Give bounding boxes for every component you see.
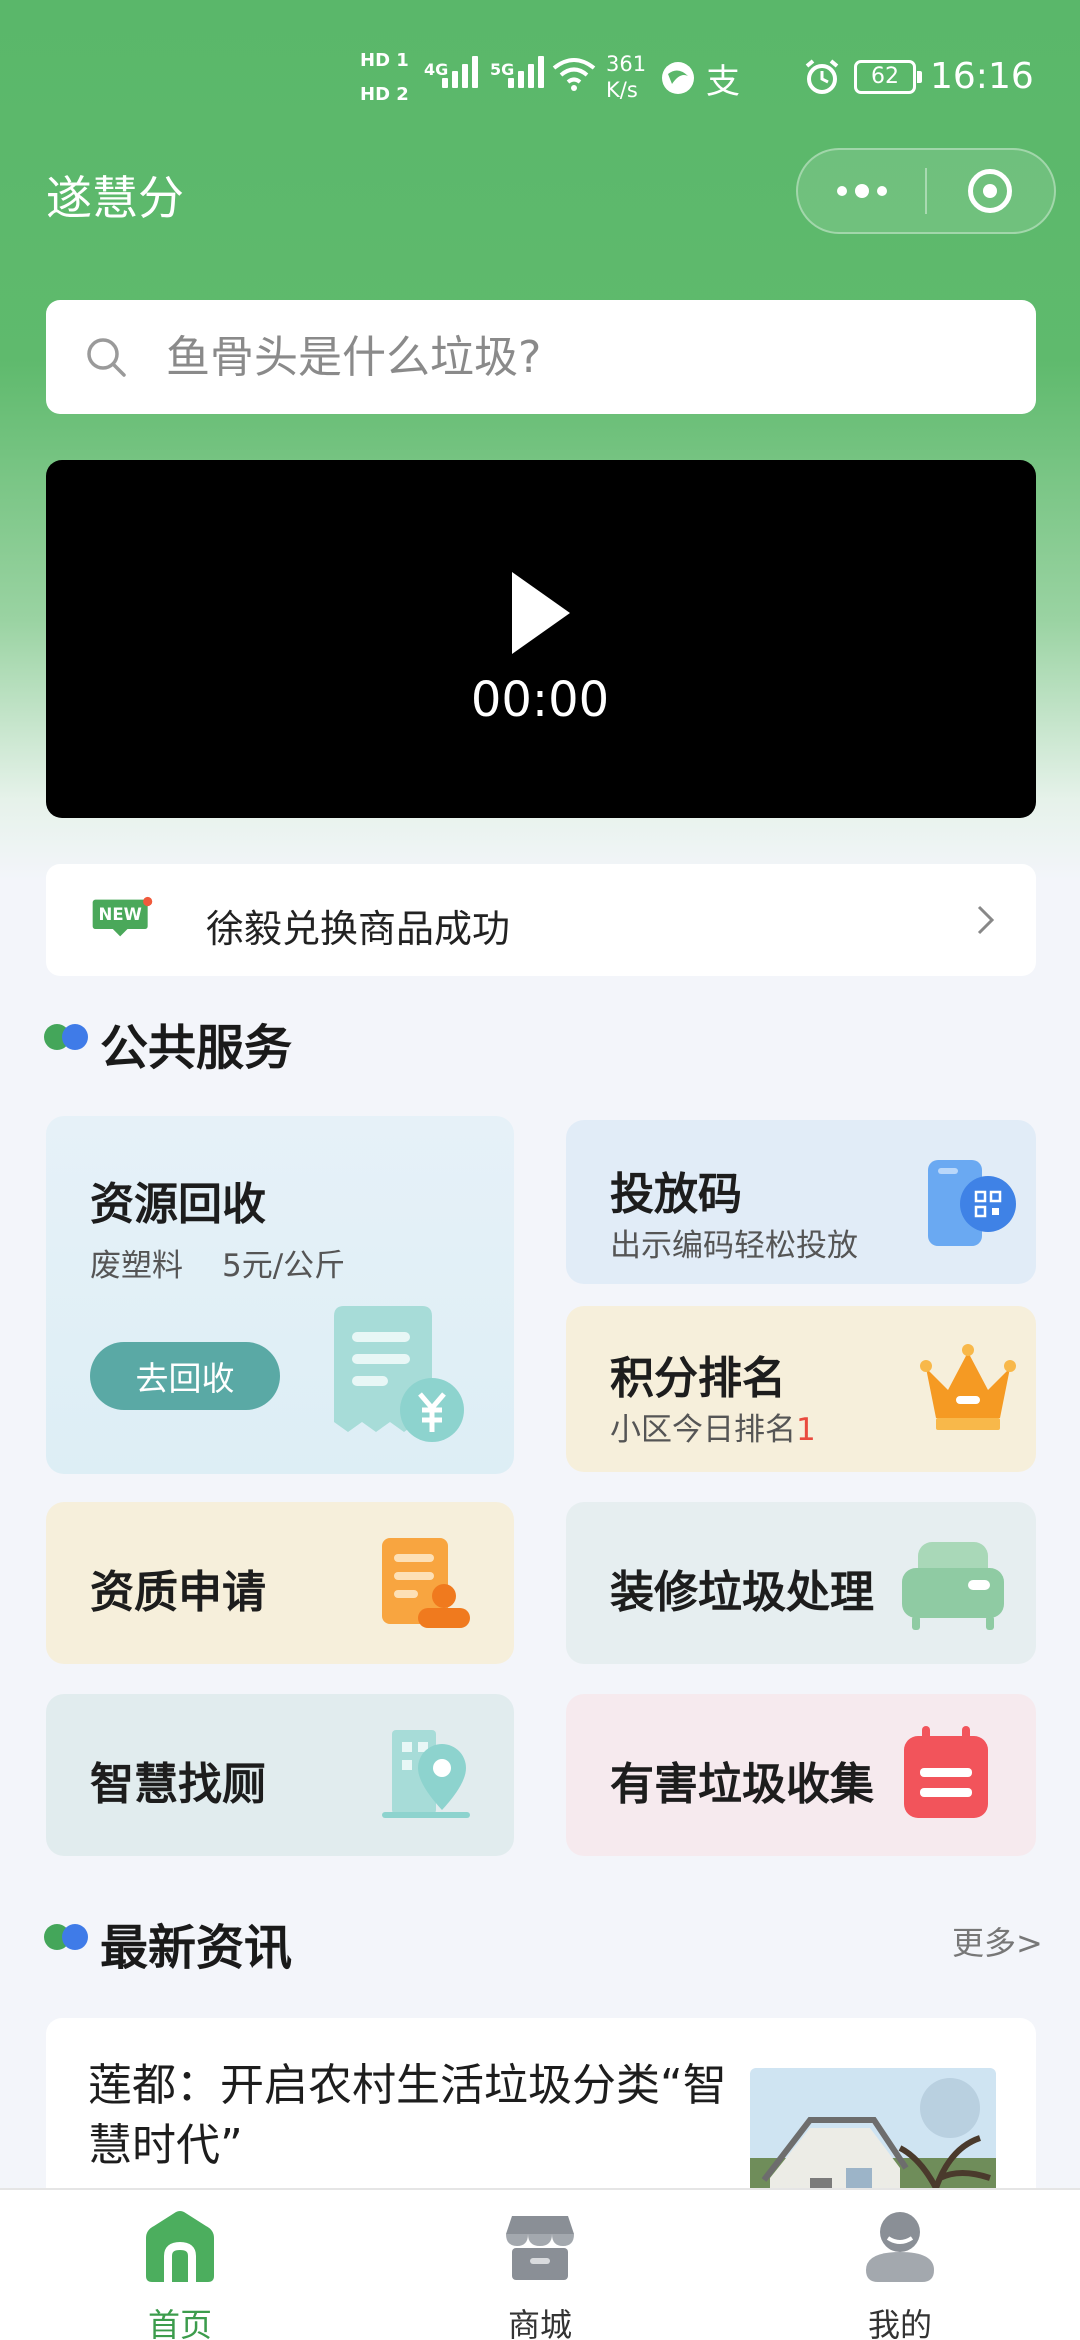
- notice-bar[interactable]: NEW 徐毅兑换商品成功: [46, 864, 1036, 976]
- ranking-title: 积分排名: [610, 1353, 786, 1404]
- section-dots-icon: [44, 1024, 88, 1050]
- sofa-icon: [902, 1542, 1004, 1630]
- location-building-icon: [382, 1730, 470, 1818]
- close-miniprogram-button[interactable]: [927, 150, 1054, 232]
- hd1-indicator: HD 1: [360, 50, 409, 71]
- drop-code-sub: 出示编码轻松投放: [610, 1228, 858, 1264]
- signal-1-icon: [442, 54, 478, 88]
- status-time: 16:16: [930, 56, 1034, 97]
- qualification-title: 资质申请: [90, 1567, 266, 1618]
- shop-icon: [506, 2216, 574, 2280]
- net-speed-value: 361: [606, 52, 647, 76]
- public-services-title: 公共服务: [100, 1020, 293, 1076]
- miniprogram-capsule: [796, 148, 1056, 234]
- receipt-icon: [334, 1306, 464, 1442]
- recycle-title: 资源回收: [90, 1179, 266, 1230]
- document-person-icon: [382, 1538, 470, 1628]
- hazardous-title: 有害垃圾收集: [610, 1759, 874, 1810]
- alipay-icon: 支: [706, 62, 740, 102]
- crown-icon: [920, 1344, 1016, 1430]
- tab-profile-label: 我的: [867, 2306, 932, 2340]
- search-bar[interactable]: [46, 300, 1036, 414]
- tab-shop-label: 商城: [507, 2306, 572, 2340]
- notice-text: 徐毅兑换商品成功: [206, 907, 511, 951]
- target-icon: [968, 169, 1013, 213]
- tab-bar: 首页 商城 我的: [0, 2188, 1080, 2340]
- news-section-title: 最新资讯: [100, 1920, 293, 1976]
- status-bar: HD 1 HD 2 4G 5G 361 K/s 支 62 16:16: [0, 0, 1080, 150]
- alarm-icon: [805, 59, 839, 94]
- play-icon[interactable]: [508, 568, 574, 658]
- ranking-sub-prefix: 小区今日排名: [610, 1412, 796, 1448]
- toilet-title: 智慧找厕: [90, 1759, 266, 1810]
- section-dots-icon: [44, 1924, 88, 1950]
- tab-shop[interactable]: 商城: [360, 2190, 720, 2340]
- video-timestamp: 00:00: [470, 672, 610, 728]
- home-icon: [146, 2211, 214, 2282]
- recycle-card[interactable]: 资源回收 废塑料 5元/公斤 去回收: [46, 1116, 514, 1474]
- search-icon: [46, 335, 166, 379]
- tab-home-label: 首页: [147, 2306, 212, 2340]
- toilet-card[interactable]: 智慧找厕: [46, 1694, 514, 1856]
- browser-icon: [662, 62, 694, 94]
- news-more-link[interactable]: 更多>: [952, 1918, 1043, 1964]
- new-badge-icon: NEW: [92, 896, 153, 937]
- drop-code-title: 投放码: [610, 1169, 742, 1220]
- recycle-price: 5元/公斤: [222, 1248, 346, 1284]
- signal-2-icon: [508, 54, 544, 88]
- new-badge-text: NEW: [99, 905, 142, 924]
- app-title: 遂慧分: [46, 171, 184, 225]
- net-speed-unit: K/s: [606, 78, 638, 102]
- battery-indicator: 62: [854, 60, 922, 94]
- chevron-right-icon: [977, 905, 995, 935]
- ranking-number: 1: [796, 1412, 816, 1448]
- profile-icon: [866, 2212, 934, 2282]
- more-menu-button[interactable]: [798, 150, 925, 232]
- calendar-icon: [904, 1726, 988, 1818]
- wifi-icon: [552, 58, 596, 91]
- renovation-card[interactable]: 装修垃圾处理: [566, 1502, 1036, 1664]
- recycle-item: 废塑料: [90, 1248, 183, 1284]
- qr-code-icon: [928, 1160, 1016, 1246]
- ranking-sub: 小区今日排名1: [610, 1404, 816, 1449]
- drop-code-card[interactable]: 投放码 出示编码轻松投放: [566, 1120, 1036, 1284]
- tab-profile[interactable]: 我的: [720, 2190, 1080, 2340]
- hd2-indicator: HD 2: [360, 84, 409, 105]
- search-input[interactable]: [166, 331, 986, 383]
- ranking-card[interactable]: 积分排名 小区今日排名1: [566, 1306, 1036, 1472]
- qualification-card[interactable]: 资质申请: [46, 1502, 514, 1664]
- hazardous-card[interactable]: 有害垃圾收集: [566, 1694, 1036, 1856]
- renovation-title: 装修垃圾处理: [610, 1567, 874, 1618]
- news-item-title: 莲都：开启农村生活垃圾分类“智慧时代”: [88, 2060, 727, 2171]
- go-recycle-button[interactable]: 去回收: [90, 1342, 280, 1410]
- tab-home[interactable]: 首页: [0, 2190, 360, 2340]
